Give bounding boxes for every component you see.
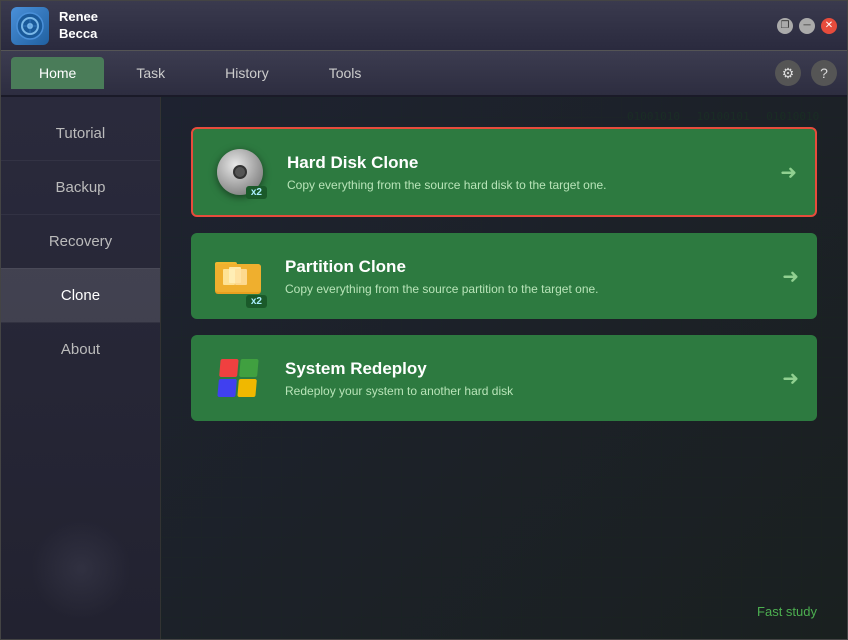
sidebar-item-clone[interactable]: Clone [1,268,160,322]
system-redeploy-icon [209,349,267,407]
partition-clone-arrow: ➜ [782,264,799,289]
sidebar-item-tutorial[interactable]: Tutorial [1,107,160,160]
help-button[interactable]: ? [811,60,837,86]
nav-bar: Home Task History Tools ⚙ ? [1,51,847,97]
window-controls: ❐ ─ ✕ [777,18,837,34]
restore-button[interactable]: ❐ [777,18,793,34]
tab-task[interactable]: Task [108,57,193,89]
close-button[interactable]: ✕ [821,18,837,34]
system-redeploy-arrow: ➜ [782,366,799,391]
hard-disk-clone-card[interactable]: x2 Hard Disk Clone Copy everything from … [191,127,817,217]
cards-container: x2 Hard Disk Clone Copy everything from … [191,127,817,421]
main-content: Tutorial Backup Recovery Clone About [1,97,847,639]
title-bar-left: Renee Becca [11,7,98,45]
sidebar-item-recovery[interactable]: Recovery [1,214,160,268]
hard-disk-clone-text: Hard Disk Clone Copy everything from the… [287,153,770,192]
sidebar: Tutorial Backup Recovery Clone About [1,97,161,639]
hard-disk-clone-arrow: ➜ [780,160,797,185]
system-redeploy-text: System Redeploy Redeploy your system to … [285,359,772,398]
hard-disk-clone-desc: Copy everything from the source hard dis… [287,178,770,192]
nav-right-icons: ⚙ ? [775,60,837,86]
minimize-button[interactable]: ─ [799,18,815,34]
partition-clone-icon: x2 [209,247,267,305]
system-redeploy-title: System Redeploy [285,359,772,379]
partition-clone-desc: Copy everything from the source partitio… [285,282,772,296]
fast-study-link[interactable]: Fast study [757,604,817,619]
hard-disk-clone-title: Hard Disk Clone [287,153,770,173]
app-logo [11,7,49,45]
system-redeploy-desc: Redeploy your system to another hard dis… [285,384,772,398]
tab-home[interactable]: Home [11,57,104,89]
settings-button[interactable]: ⚙ [775,60,801,86]
app-name: Renee Becca [59,9,98,43]
app-window: Renee Becca ❐ ─ ✕ Home Task History Tool… [0,0,848,640]
partition-clone-title: Partition Clone [285,257,772,277]
tab-history[interactable]: History [197,57,297,89]
system-redeploy-card[interactable]: System Redeploy Redeploy your system to … [191,335,817,421]
partition-clone-card[interactable]: x2 Partition Clone Copy everything from … [191,233,817,319]
tab-tools[interactable]: Tools [301,57,390,89]
title-bar: Renee Becca ❐ ─ ✕ [1,1,847,51]
content-area: x2 Hard Disk Clone Copy everything from … [161,97,847,639]
sidebar-item-backup[interactable]: Backup [1,160,160,214]
sidebar-item-about[interactable]: About [1,322,160,376]
partition-clone-text: Partition Clone Copy everything from the… [285,257,772,296]
hard-disk-clone-icon: x2 [211,143,269,201]
